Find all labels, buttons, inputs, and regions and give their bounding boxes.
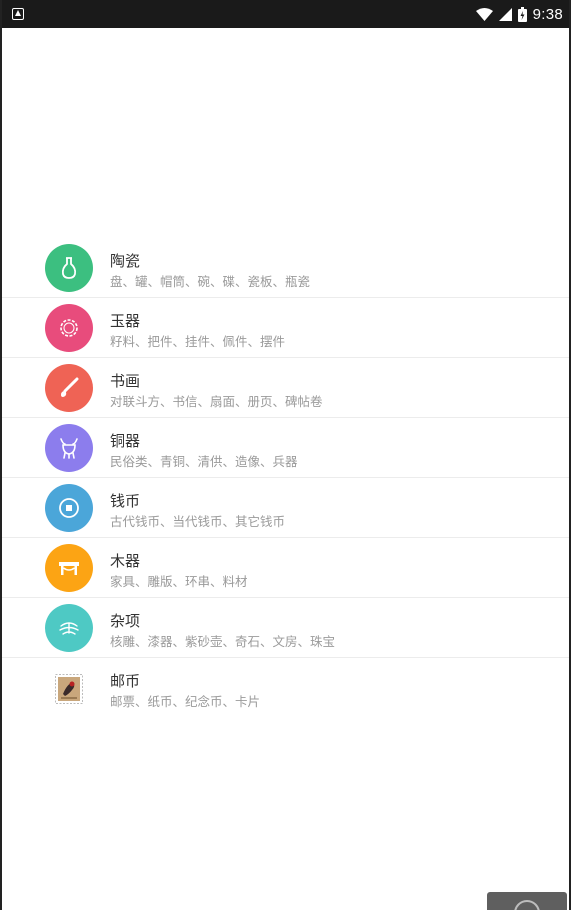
category-icon-circle — [45, 244, 93, 292]
category-title: 钱币 — [110, 492, 141, 510]
category-title: 铜器 — [110, 432, 141, 450]
category-item-misc[interactable]: 杂项 核雕、漆器、紫砂壶、奇石、文房、珠宝 — [2, 598, 569, 658]
category-icon-circle — [45, 544, 93, 592]
category-title: 玉器 — [110, 312, 141, 330]
bracelet-icon — [60, 319, 78, 337]
coin-icon — [59, 498, 79, 518]
vase-icon — [61, 257, 77, 279]
wifi-icon — [475, 7, 493, 21]
floating-action-button[interactable] — [487, 892, 567, 910]
misc-icon — [59, 622, 79, 635]
category-item-coins[interactable]: 钱币 古代钱币、当代钱币、其它钱币 — [2, 478, 569, 538]
category-subtitle: 家具、雕版、环串、料材 — [110, 574, 248, 589]
category-subtitle: 盘、罐、帽筒、碗、碟、瓷板、瓶瓷 — [110, 274, 311, 289]
category-subtitle: 邮票、纸币、纪念币、卡片 — [110, 694, 261, 709]
status-icons: 9:38 — [475, 0, 563, 28]
app-screen: 9:38 陶瓷 盘、罐、帽筒、碗、碟、瓷板、瓶瓷 玉器 籽料、把件、挂件、佩件、… — [2, 0, 569, 910]
category-subtitle: 核雕、漆器、紫砂壶、奇石、文房、珠宝 — [110, 634, 336, 649]
category-item-jade[interactable]: 玉器 籽料、把件、挂件、佩件、摆件 — [2, 298, 569, 358]
category-title: 书画 — [110, 372, 141, 390]
category-title: 木器 — [110, 552, 141, 570]
app-notification-icon — [12, 8, 24, 20]
brush-icon — [61, 377, 79, 397]
category-subtitle: 古代钱币、当代钱币、其它钱币 — [110, 514, 286, 529]
bronze-vessel-icon — [60, 438, 78, 459]
category-subtitle: 民俗类、青铜、清供、造像、兵器 — [110, 454, 298, 469]
category-icon-circle — [45, 304, 93, 352]
category-title: 杂项 — [110, 612, 141, 630]
category-item-bronze[interactable]: 铜器 民俗类、青铜、清供、造像、兵器 — [2, 418, 569, 478]
stamp-icon — [55, 674, 83, 704]
category-list: 陶瓷 盘、罐、帽筒、碗、碟、瓷板、瓶瓷 玉器 籽料、把件、挂件、佩件、摆件 书画 — [2, 238, 569, 718]
category-icon-circle — [45, 604, 93, 652]
category-icon-circle — [45, 364, 93, 412]
status-bar: 9:38 — [2, 0, 569, 28]
category-item-painting[interactable]: 书画 对联斗方、书信、扇面、册页、碑帖卷 — [2, 358, 569, 418]
category-item-wood[interactable]: 木器 家具、雕版、环串、料材 — [2, 538, 569, 598]
category-icon-circle — [45, 424, 93, 472]
category-subtitle: 对联斗方、书信、扇面、册页、碑帖卷 — [110, 394, 323, 409]
category-title: 陶瓷 — [110, 252, 141, 270]
category-icon-circle — [45, 484, 93, 532]
category-item-ceramics[interactable]: 陶瓷 盘、罐、帽筒、碗、碟、瓷板、瓶瓷 — [2, 238, 569, 298]
category-subtitle: 籽料、把件、挂件、佩件、摆件 — [110, 334, 286, 349]
furniture-icon — [59, 562, 79, 575]
category-item-stamps[interactable]: 邮币 邮票、纸币、纪念币、卡片 — [2, 658, 569, 718]
category-title: 邮币 — [110, 672, 141, 690]
cell-signal-icon — [498, 7, 512, 21]
status-time: 9:38 — [532, 5, 563, 23]
battery-icon — [517, 6, 527, 22]
